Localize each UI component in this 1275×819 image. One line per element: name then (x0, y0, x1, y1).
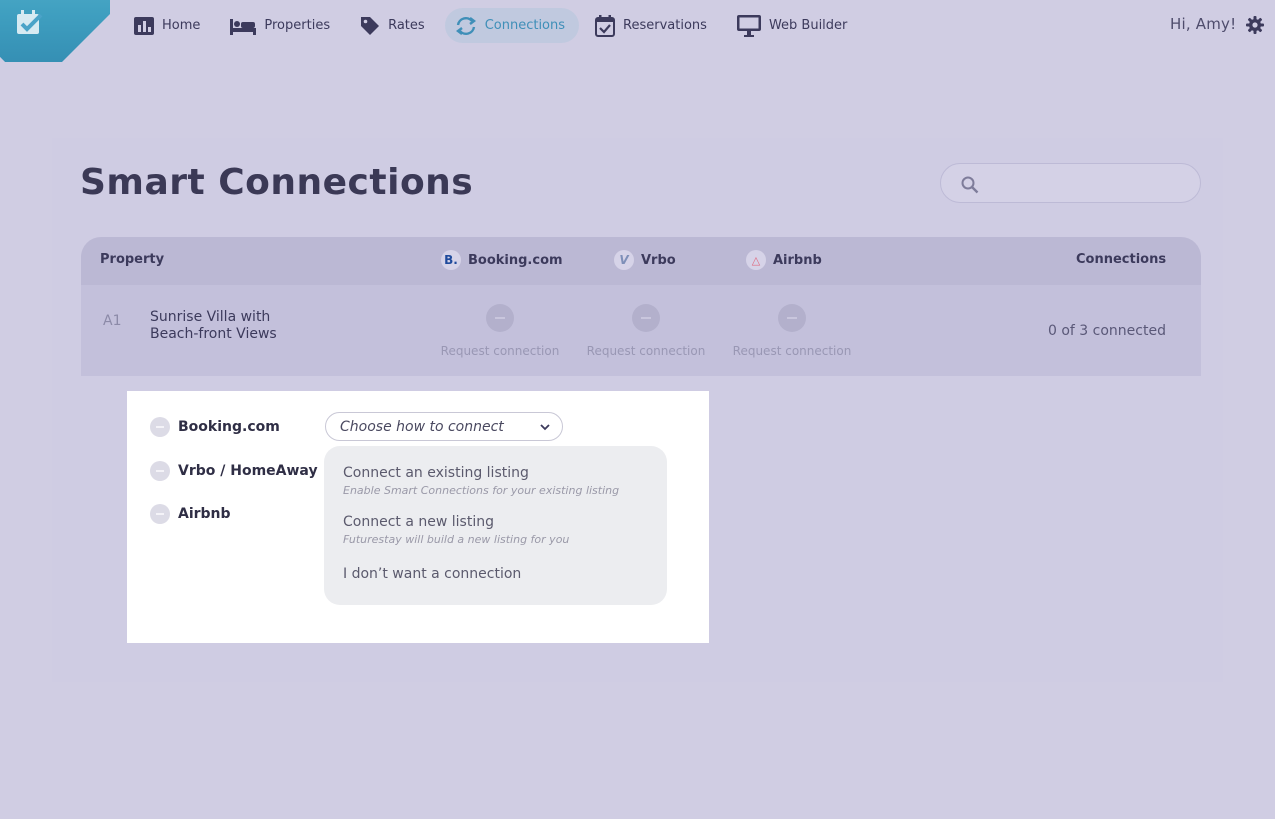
header-booking-label: Booking.com (468, 252, 563, 268)
channel-airbnb-label: Airbnb (178, 506, 231, 522)
booking-status-icon (150, 417, 170, 437)
vrbo-request-connection[interactable]: Request connection (576, 304, 716, 358)
monitor-icon (736, 14, 761, 37)
nav-rates[interactable]: Rates (350, 8, 439, 43)
header-connections[interactable]: Connections (1076, 252, 1166, 267)
nav-rates-label: Rates (388, 18, 425, 33)
nav-reservations[interactable]: Reservations (585, 8, 721, 43)
option-existing-listing[interactable]: Connect an existing listing Enable Smart… (343, 465, 619, 497)
nav-connections-label: Connections (484, 18, 566, 33)
bar-chart-icon (134, 16, 154, 35)
channel-airbnb: Airbnb (150, 504, 231, 524)
table-row[interactable]: A1 Sunrise Villa with Beach-front Views … (81, 285, 1201, 376)
connection-setup-panel: Booking.com Vrbo / HomeAway Airbnb Choos… (127, 391, 709, 643)
property-id: A1 (103, 313, 122, 329)
search-input[interactable] (940, 163, 1201, 203)
channel-vrbo: Vrbo / HomeAway (150, 461, 318, 481)
user-greeting[interactable]: Hi, Amy! (1170, 15, 1236, 33)
nav-properties[interactable]: Properties (220, 8, 344, 43)
airbnb-status-dot (778, 304, 806, 332)
option-existing-title: Connect an existing listing (343, 465, 529, 481)
channel-vrbo-label: Vrbo / HomeAway (178, 463, 318, 479)
gear-icon[interactable] (1246, 16, 1264, 34)
option-new-listing[interactable]: Connect a new listing Futurestay will bu… (343, 514, 569, 546)
connect-method-select[interactable]: Choose how to connect (325, 412, 563, 441)
logo-calendar-check-icon (17, 10, 43, 34)
channel-booking-label: Booking.com (178, 419, 280, 435)
option-no-connection-title: I don’t want a connection (343, 566, 522, 582)
nav-home[interactable]: Home (124, 8, 214, 43)
header-airbnb[interactable]: △ Airbnb (746, 250, 822, 270)
header-property[interactable]: Property (100, 252, 164, 267)
booking-logo-icon: B. (441, 250, 461, 270)
option-existing-subtitle: Enable Smart Connections for your existi… (343, 484, 620, 497)
property-name[interactable]: Sunrise Villa with Beach-front Views (150, 309, 310, 343)
nav-web-builder-label: Web Builder (768, 18, 848, 33)
header-airbnb-label: Airbnb (773, 252, 822, 268)
tag-icon (361, 16, 380, 35)
nav-home-label: Home (162, 18, 201, 33)
header-vrbo-label: Vrbo (641, 252, 676, 268)
booking-request-connection[interactable]: Request connection (430, 304, 570, 358)
chevron-down-icon (540, 424, 550, 431)
search-icon (961, 176, 979, 194)
vrbo-request-label: Request connection (586, 344, 706, 358)
connect-method-select-label: Choose how to connect (340, 419, 504, 435)
nav-web-builder[interactable]: Web Builder (727, 8, 861, 43)
nav-connections[interactable]: Connections (444, 8, 580, 43)
bed-icon (230, 18, 257, 35)
channel-booking: Booking.com (150, 417, 280, 437)
vrbo-status-icon (150, 461, 170, 481)
option-new-subtitle: Futurestay will build a new listing for … (343, 533, 570, 546)
header-booking[interactable]: B. Booking.com (441, 250, 563, 270)
header-vrbo[interactable]: V Vrbo (614, 250, 676, 270)
booking-request-label: Request connection (440, 344, 560, 358)
booking-status-dot (486, 304, 514, 332)
airbnb-status-icon (150, 504, 170, 524)
table-header: Property B. Booking.com V Vrbo △ Airbnb … (81, 237, 1201, 285)
airbnb-request-connection[interactable]: Request connection (722, 304, 862, 358)
nav-properties-label: Properties (264, 18, 331, 33)
vrbo-status-dot (632, 304, 660, 332)
option-no-connection[interactable]: I don’t want a connection (343, 566, 521, 582)
airbnb-request-label: Request connection (732, 344, 852, 358)
connections-count: 0 of 3 connected (1048, 323, 1166, 339)
option-new-title: Connect a new listing (343, 514, 494, 530)
nav-reservations-label: Reservations (623, 18, 707, 33)
main-nav: Home Properties Rates Connections Reserv… (124, 8, 867, 43)
connect-method-dropdown: Connect an existing listing Enable Smart… (324, 446, 667, 605)
sync-icon (455, 16, 476, 35)
vrbo-logo-icon: V (614, 250, 634, 270)
calendar-check-icon (595, 14, 616, 37)
airbnb-logo-icon: △ (746, 250, 766, 270)
app-logo[interactable] (0, 0, 110, 62)
page-title: Smart Connections (80, 162, 474, 203)
